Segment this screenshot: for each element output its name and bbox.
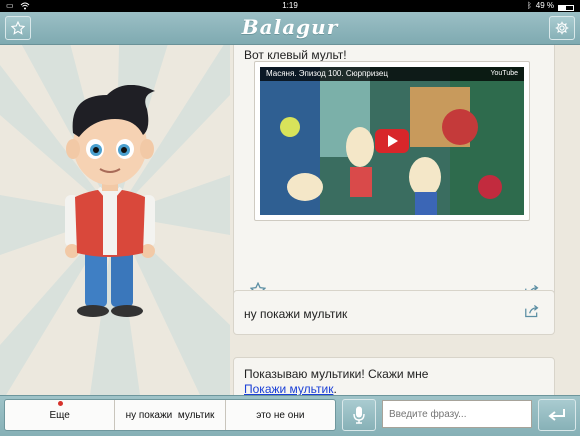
message-bubble-video: Вот клевый мульт! Масяня. Эпизод 100. Сю… xyxy=(233,45,555,313)
message-text: Показываю мультики! Скажи мне xyxy=(244,367,429,381)
suggestion-label: Еще xyxy=(49,409,70,421)
message-text: ну покажи мультик xyxy=(244,307,348,321)
play-icon[interactable] xyxy=(375,129,409,153)
voice-input-button[interactable] xyxy=(342,399,376,431)
suggestion-label: это не они xyxy=(256,409,305,421)
video-frame[interactable]: Масяня. Эпизод 100. Сюрпризец YouTube xyxy=(260,67,524,215)
show-cartoon-link[interactable]: Покажи мультик xyxy=(244,382,333,395)
suggestion-label: ну покажи мультик xyxy=(125,409,215,421)
balagur-character[interactable] xyxy=(55,85,165,325)
settings-button[interactable] xyxy=(549,16,575,40)
battery-icon xyxy=(558,5,574,11)
video-embed[interactable]: Масяня. Эпизод 100. Сюрпризец YouTube xyxy=(254,61,530,221)
enter-icon xyxy=(548,409,565,421)
phrase-input[interactable] xyxy=(382,400,532,428)
message-suffix: . xyxy=(333,382,337,395)
suggestion-buttons: Еще ну покажи мультик это не они xyxy=(4,399,336,431)
app-header: Balagur xyxy=(0,12,580,45)
status-time: 1:19 xyxy=(282,1,298,10)
suggestion-more-button[interactable]: Еще xyxy=(5,400,116,430)
send-button[interactable] xyxy=(538,399,576,431)
status-bar: ▭ 1:19 ᛒ 49 % xyxy=(0,0,580,12)
chat-area[interactable]: Вот клевый мульт! Масяня. Эпизод 100. Сю… xyxy=(233,45,573,395)
gear-icon xyxy=(555,21,569,35)
battery-text: 49 % xyxy=(535,1,554,10)
video-title: Масяня. Эпизод 100. Сюрпризец xyxy=(260,67,524,81)
suggestion-not-them-button[interactable]: это не они xyxy=(226,400,335,430)
message-text-block: Показываю мультики! Скажи мне Покажи мул… xyxy=(244,367,428,395)
message-bubble-user: ну покажи мультик xyxy=(233,290,555,335)
battery-fill xyxy=(559,6,566,10)
notification-dot xyxy=(57,401,63,406)
mic-icon xyxy=(353,406,365,424)
suggestion-show-cartoon-button[interactable]: ну покажи мультик xyxy=(115,400,226,430)
app-logo: Balagur xyxy=(241,15,339,39)
share-icon[interactable] xyxy=(524,304,540,318)
input-bar: Еще ну покажи мультик это не они xyxy=(0,395,580,436)
message-bubble-bot: Показываю мультики! Скажи мне Покажи мул… xyxy=(233,357,555,395)
bluetooth-icon: ᛒ xyxy=(526,1,532,10)
youtube-label: YouTube xyxy=(490,70,518,77)
status-right: ᛒ 49 % xyxy=(527,0,574,12)
message-text: Вот клевый мульт! xyxy=(244,48,347,62)
